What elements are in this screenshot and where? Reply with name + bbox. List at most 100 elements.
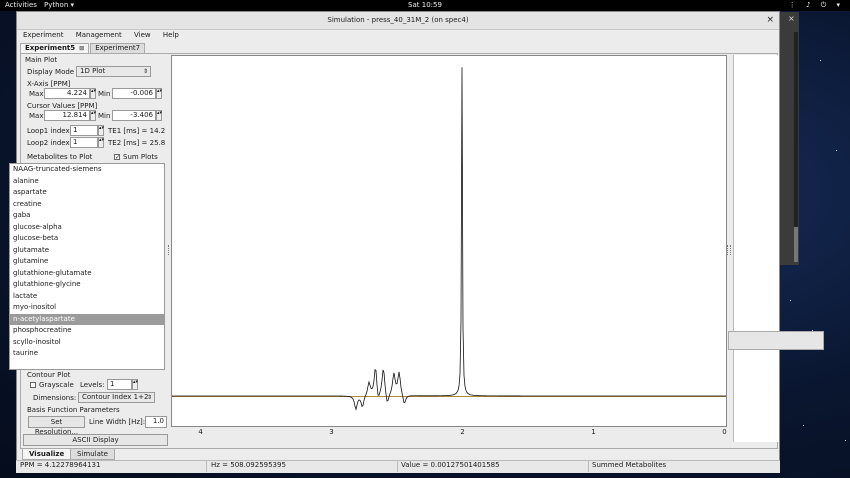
window-title: Simulation - press_40_31M_2 (on spec4) — [327, 16, 469, 24]
menu-experiment[interactable]: Experiment — [23, 31, 63, 39]
x-axis-max-label: Max — [29, 90, 44, 98]
set-resolution-button[interactable]: Set Resolution... — [28, 416, 85, 436]
chevron-updown-icon: ⇕ — [142, 68, 148, 75]
status-label: Summed Metabolites — [592, 461, 667, 469]
list-item[interactable]: n-acetylaspartate — [10, 313, 164, 325]
sum-plots-checkbox[interactable]: ✓ — [114, 154, 120, 161]
grayscale-label: Grayscale — [39, 381, 74, 389]
tab-label: Experiment7 — [95, 44, 141, 52]
te1-value: TE1 [ms] = 14.2 — [108, 127, 166, 135]
cursor-max-input[interactable]: 12.814 — [44, 110, 90, 121]
list-item[interactable]: scyllo-inositol — [10, 337, 164, 349]
clock[interactable]: Sat 10:59 — [0, 0, 850, 11]
side-plot-pane — [733, 55, 779, 442]
plot-canvas[interactable] — [171, 55, 727, 427]
display-mode-label: Display Mode — [27, 68, 75, 76]
loop2-spinner[interactable]: ▴▾ — [98, 137, 104, 148]
te2-value: TE2 [ms] = 25.8 — [108, 139, 166, 147]
menu-view[interactable]: View — [134, 31, 151, 39]
spectrum-plot[interactable]: 4 3 2 1 0 — [171, 55, 727, 442]
loop1-input[interactable]: 1 — [70, 125, 98, 136]
basis-heading: Basis Function Parameters — [27, 406, 120, 414]
x-tick-label: 1 — [591, 428, 596, 436]
list-item[interactable]: alanine — [10, 176, 164, 188]
menu-bar: Experiment Management View Help — [17, 30, 779, 41]
menu-management[interactable]: Management — [76, 31, 122, 39]
metabolites-heading: Metabolites to Plot — [27, 153, 93, 161]
display-mode-select[interactable]: 1D Plot ⇕ — [76, 66, 151, 77]
x-axis-min-spinner[interactable]: ▴▾ — [156, 88, 162, 99]
cursor-min-spinner[interactable]: ▴▾ — [156, 110, 162, 121]
status-divider — [588, 460, 589, 472]
tab-simulate[interactable]: Simulate — [70, 448, 115, 460]
top-bar: Activities Python ▾ Sat 10:59 ⋮ ♪ ⏻ ▾ — [0, 0, 850, 11]
list-item[interactable]: glutathione-glutamate — [10, 268, 164, 280]
x-axis-max-input[interactable]: 4.224 — [44, 88, 90, 99]
cursor-max-spinner[interactable]: ▴▾ — [90, 110, 96, 121]
loop2-label: Loop2 index: — [27, 139, 72, 147]
linewidth-label: Line Width [Hz]: — [89, 418, 146, 426]
dimensions-label: Dimensions: — [33, 394, 77, 402]
x-tick-label: 2 — [460, 428, 465, 436]
close-window-button[interactable]: × — [766, 12, 774, 29]
close-icon[interactable]: × — [788, 14, 795, 23]
tab-experiment7[interactable]: Experiment7 — [90, 43, 146, 53]
status-ppm: PPM = 4.12278964131 — [20, 461, 101, 469]
popup-panel — [728, 331, 824, 350]
list-item[interactable]: aspartate — [10, 187, 164, 199]
menu-help[interactable]: Help — [163, 31, 179, 39]
list-item[interactable]: gaba — [10, 210, 164, 222]
cursor-max-label: Max — [29, 112, 44, 120]
list-item[interactable]: NAAG-truncated-siemens — [10, 164, 164, 176]
status-divider — [397, 460, 398, 472]
loop2-input[interactable]: 1 — [70, 137, 98, 148]
list-item[interactable]: creatine — [10, 199, 164, 211]
tab-visualize[interactable]: Visualize — [22, 448, 72, 460]
list-item[interactable]: glutamine — [10, 256, 164, 268]
sum-plots-label: Sum Plots — [123, 153, 158, 161]
ascii-display-button[interactable]: ASCII Display — [23, 434, 168, 446]
tab-label: Experiment5 — [25, 44, 76, 52]
x-tick-label: 4 — [198, 428, 203, 436]
contour-heading: Contour Plot — [27, 371, 71, 379]
spectrum-line — [172, 67, 726, 411]
x-axis-min-input[interactable]: -0.006 — [112, 88, 156, 99]
grayscale-checkbox[interactable] — [30, 382, 36, 388]
dimensions-select[interactable]: Contour Index 1+2 ⇕ — [78, 392, 155, 403]
scrollbar-thumb[interactable] — [794, 227, 798, 262]
status-divider — [206, 460, 207, 472]
spectrum-svg — [172, 67, 726, 411]
list-item[interactable]: phosphocreatine — [10, 325, 164, 337]
experiment-tabs: Experiment5 ⊠ Experiment7 — [20, 43, 146, 53]
display-mode-value: 1D Plot — [80, 67, 106, 75]
levels-spinner[interactable]: ▴▾ — [132, 379, 138, 390]
chevron-updown-icon: ⇕ — [146, 394, 152, 401]
cursor-min-input[interactable]: -3.406 — [112, 110, 156, 121]
levels-label: Levels: — [80, 381, 105, 389]
x-axis-heading: X-Axis [PPM] — [27, 80, 71, 88]
loop1-spinner[interactable]: ▴▾ — [98, 125, 104, 136]
dimensions-value: Contour Index 1+2 — [82, 393, 149, 401]
list-item[interactable]: glutamate — [10, 245, 164, 257]
list-item[interactable]: glutathione-glycine — [10, 279, 164, 291]
x-tick-label: 0 — [722, 428, 727, 436]
x-tick-label: 3 — [329, 428, 334, 436]
list-item[interactable]: glucose-alpha — [10, 222, 164, 234]
main-plot-heading: Main Plot — [25, 56, 58, 64]
splitter-handle[interactable] — [727, 245, 731, 255]
system-menu[interactable]: ⋮ ♪ ⏻ ▾ — [789, 0, 844, 11]
x-axis-max-spinner[interactable]: ▴▾ — [90, 88, 96, 99]
linewidth-input[interactable]: 1.0 — [145, 416, 167, 428]
tab-experiment5[interactable]: Experiment5 ⊠ — [20, 43, 90, 53]
metabolite-list[interactable]: NAAG-truncated-siemens alanine aspartate cr… — [9, 163, 165, 370]
list-item[interactable]: taurine — [10, 348, 164, 360]
levels-input[interactable]: 1 — [107, 379, 132, 390]
list-item[interactable]: lactate — [10, 291, 164, 303]
list-item[interactable]: myo-inositol — [10, 302, 164, 314]
list-item[interactable]: glucose-beta — [10, 233, 164, 245]
status-value: Value = 0.00127501401585 — [401, 461, 500, 469]
x-axis-min-label: Min — [98, 90, 111, 98]
cursor-min-label: Min — [98, 112, 111, 120]
close-tab-icon[interactable]: ⊠ — [79, 45, 84, 52]
title-bar: Simulation - press_40_31M_2 (on spec4) × — [17, 12, 779, 30]
